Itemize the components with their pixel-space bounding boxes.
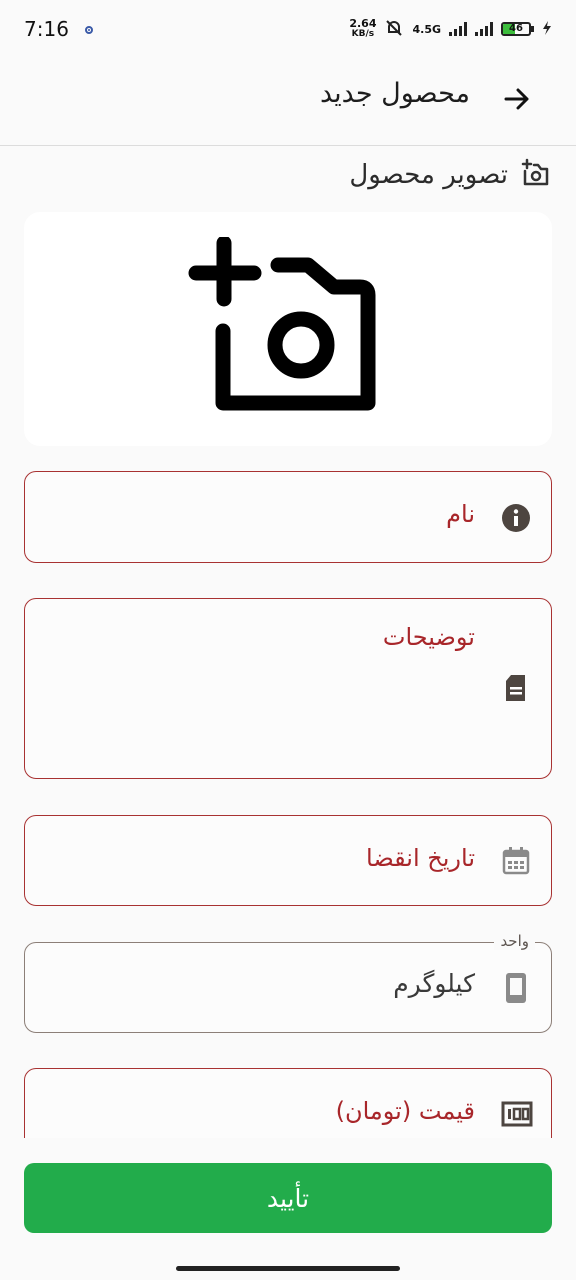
scale-icon [501, 971, 531, 1003]
add-photo-icon [188, 235, 388, 421]
info-icon [501, 503, 531, 533]
price-label: قیمت (تومان) [335, 1097, 475, 1125]
confirm-button[interactable]: تأیید [24, 1163, 552, 1233]
home-indicator[interactable] [176, 1266, 400, 1271]
network-type: 4.5G [412, 22, 441, 36]
unit-label: واحد [494, 932, 535, 950]
name-field[interactable]: نام [24, 471, 552, 563]
unit-value: کیلوگرم [393, 969, 475, 998]
unit-field[interactable]: واحد کیلوگرم [24, 932, 552, 1033]
status-bar: 7:16 2.64 KB/s 4.5G 46 [0, 0, 576, 58]
expiry-date-field[interactable]: تاریخ انقضا [24, 815, 552, 906]
status-left: 7:16 [24, 17, 95, 41]
description-icon [501, 673, 531, 703]
net-speed-unit: KB/s [351, 29, 375, 39]
back-arrow-icon[interactable] [502, 84, 532, 114]
photo-section-header: تصویر محصول [349, 158, 550, 192]
settings-notification-icon [83, 17, 95, 41]
add-photo-small-icon [520, 158, 550, 192]
money-icon [501, 1099, 533, 1129]
photo-picker[interactable] [24, 212, 552, 446]
charging-icon [542, 20, 552, 38]
calendar-icon [501, 846, 531, 876]
expiry-date-label: تاریخ انقضا [366, 844, 475, 872]
net-speed-value: 2.64 [349, 17, 377, 30]
clock: 7:16 [24, 17, 69, 41]
app-bar: محصول جدید [0, 58, 576, 146]
signal-1-icon [449, 22, 467, 36]
signal-2-icon [475, 22, 493, 36]
battery-level: 46 [509, 23, 523, 34]
description-label: توضیحات [382, 623, 475, 651]
photo-section-title: تصویر محصول [349, 160, 508, 190]
battery-icon: 46 [501, 22, 534, 36]
description-field[interactable]: توضیحات [24, 598, 552, 779]
status-right: 2.64 KB/s 4.5G 46 [349, 18, 552, 41]
name-label: نام [446, 500, 475, 528]
mute-icon [384, 18, 404, 41]
net-speed: 2.64 KB/s [349, 17, 377, 39]
page-title: محصول جدید [319, 78, 470, 109]
